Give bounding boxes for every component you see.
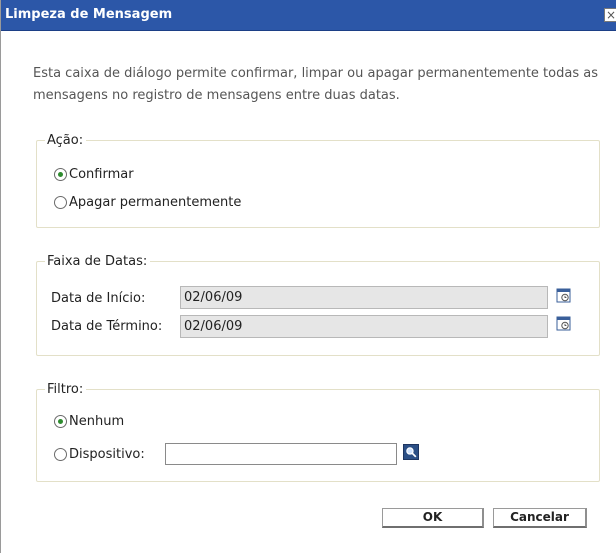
filter-legend: Filtro: [47, 382, 84, 397]
date-range-legend: Faixa de Datas: [47, 254, 148, 269]
radio-device-label: Dispositivo: [69, 447, 145, 462]
radio-device[interactable]: Dispositivo: [54, 447, 145, 462]
dialog-description: Esta caixa de diálogo permite confirmar,… [33, 66, 598, 103]
calendar-icon[interactable] [556, 315, 572, 331]
end-date-field[interactable]: 02/06/09 [180, 315, 548, 338]
radio-confirm-label: Confirmar [69, 167, 134, 182]
radio-delete-permanently-label: Apagar permanentemente [69, 195, 242, 210]
dialog-titlebar: Limpeza de Mensagem × [1, 0, 616, 31]
start-date-field[interactable]: 02/06/09 [180, 286, 548, 309]
radio-confirm[interactable]: Confirmar [54, 167, 134, 182]
radio-delete-permanently-indicator[interactable] [54, 196, 67, 209]
radio-none-indicator[interactable] [54, 415, 67, 428]
radio-confirm-indicator[interactable] [54, 168, 67, 181]
action-legend: Ação: [47, 133, 84, 148]
start-date-label: Data de Início: [51, 291, 146, 306]
calendar-icon[interactable] [556, 287, 572, 303]
end-date-label: Data de Término: [51, 319, 163, 334]
device-input[interactable] [165, 443, 397, 465]
radio-none-label: Nenhum [69, 414, 125, 429]
message-cleanup-dialog: Limpeza de Mensagem × Esta caixa de diál… [0, 0, 616, 553]
filter-fieldset: Filtro: [36, 382, 600, 482]
dialog-title: Limpeza de Mensagem [5, 7, 173, 22]
ok-button[interactable]: OK [382, 508, 484, 528]
radio-delete-permanently[interactable]: Apagar permanentemente [54, 195, 241, 210]
cancel-button[interactable]: Cancelar [493, 508, 587, 528]
radio-device-indicator[interactable] [54, 448, 67, 461]
close-icon[interactable]: × [604, 8, 616, 22]
radio-none[interactable]: Nenhum [54, 414, 124, 429]
search-icon[interactable] [403, 444, 419, 460]
